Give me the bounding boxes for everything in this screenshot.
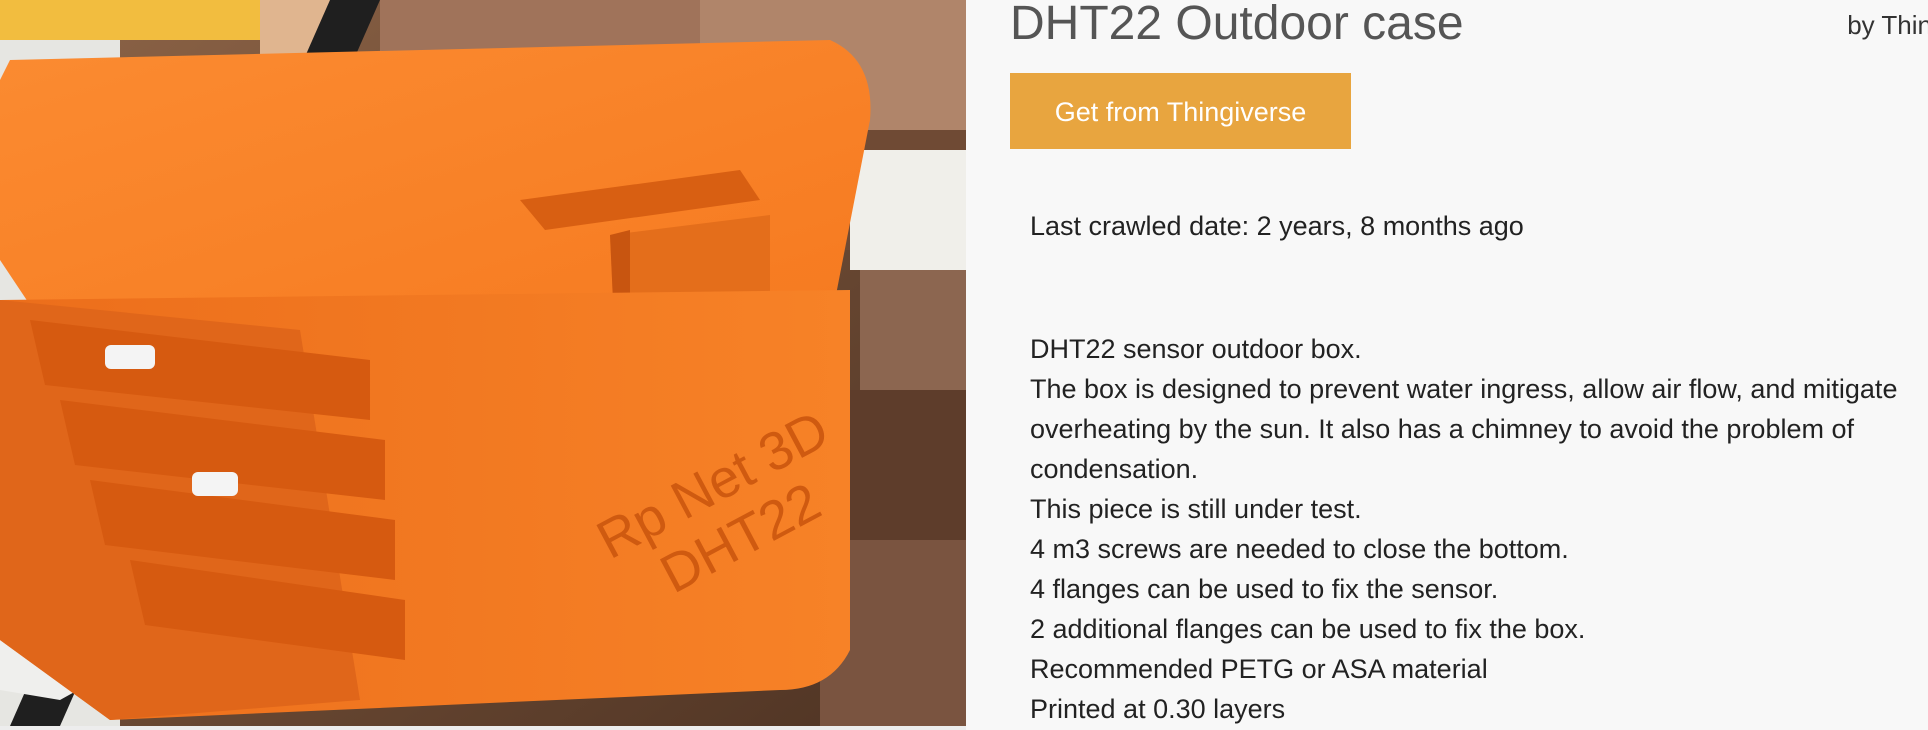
description-line: condensation. (1030, 454, 1199, 484)
author-link[interactable]: by Thin (1847, 8, 1928, 42)
description-line: This piece is still under test. (1030, 494, 1362, 524)
description-line: DHT22 sensor outdoor box. (1030, 334, 1362, 364)
thing-info-panel: DHT22 Outdoor case by Thin Get from Thin… (1010, 0, 1928, 730)
last-crawled-date: Last crawled date: 2 years, 8 months ago (1030, 211, 1524, 241)
description-line: overheating by the sun. It also has a ch… (1030, 414, 1854, 444)
description-line: The box is designed to prevent water ing… (1030, 374, 1898, 404)
description-line: Printed at 0.30 layers (1030, 694, 1286, 724)
thing-description: DHT22 sensor outdoor box. The box is des… (1030, 329, 1928, 729)
thing-photo[interactable]: Rp Net 3D DHT22 (0, 0, 966, 726)
thing-title: DHT22 Outdoor case (1010, 0, 1464, 50)
description-line: 4 m3 screws are needed to close the bott… (1030, 534, 1569, 564)
description-line: 4 flanges can be used to fix the sensor. (1030, 574, 1499, 604)
photo-bottom-divider (0, 726, 966, 730)
get-from-thingiverse-button[interactable]: Get from Thingiverse (1010, 73, 1351, 149)
sensor-case-image: Rp Net 3D DHT22 (0, 0, 966, 726)
description-line: 2 additional flanges can be used to fix … (1030, 614, 1586, 644)
description-line: Recommended PETG or ASA material (1030, 654, 1488, 684)
